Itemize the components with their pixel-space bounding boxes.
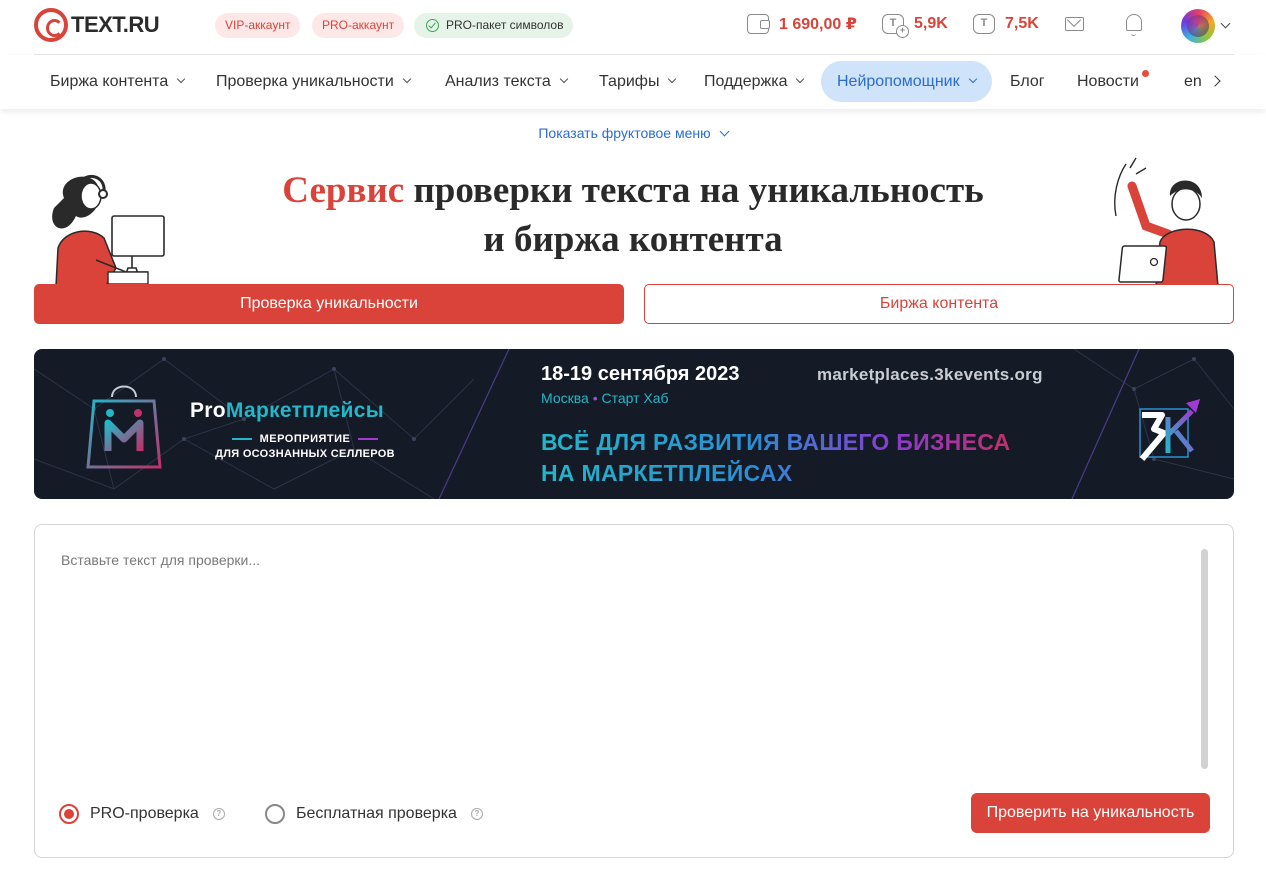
nav-label: Анализ текста — [445, 73, 551, 90]
banner-venue: Старт Хаб — [601, 390, 669, 406]
chevron-down-icon — [176, 74, 186, 84]
check-circle-icon — [426, 19, 439, 32]
vip-account-badge[interactable]: VIP-аккаунт — [215, 13, 301, 38]
radio-pro-label: PRO-проверка — [90, 805, 199, 822]
pro-account-badge[interactable]: PRO-аккаунт — [312, 13, 405, 38]
bell-icon[interactable] — [1126, 14, 1142, 36]
nav-item-tariffs[interactable]: Тарифы — [583, 61, 691, 102]
help-icon[interactable]: ? — [470, 808, 483, 820]
radio-unselected-icon[interactable] — [265, 804, 285, 824]
chevron-down-icon — [968, 74, 977, 84]
symbols-value: 7,5K — [1005, 15, 1039, 32]
nav-item-text-analysis[interactable]: Анализ текста — [429, 61, 583, 102]
banner-headline-line2: НА МАРКЕТПЛЕЙСАХ — [541, 460, 793, 486]
banner-subtitle-audience: ДЛЯ ОСОЗНАННЫХ СЕЛЛЕРОВ — [215, 448, 395, 460]
page-title: Сервис проверки текста на уникальность и… — [200, 166, 1066, 264]
news-dot-badge — [1141, 70, 1149, 77]
mail-icon[interactable] — [1065, 17, 1084, 31]
pro-symbols-value: 5,9K — [914, 15, 948, 32]
uniqueness-check-tab-button[interactable]: Проверка уникальности — [34, 284, 624, 324]
fruit-menu-label: Показать фруктовое меню — [538, 125, 711, 141]
banner-brand: ProМаркетплейсы — [190, 399, 384, 423]
banner-brand-pro: Pro — [190, 399, 226, 422]
text-plus-icon: T — [882, 14, 909, 38]
nav-item-news[interactable]: Новости — [1061, 61, 1155, 102]
banner-url: marketplaces.3kevents.org — [817, 365, 1043, 384]
title-accent: Сервис — [282, 170, 405, 211]
nav-label: Тарифы — [599, 73, 660, 90]
nav-label: Поддержка — [704, 73, 788, 90]
nav-item-neuro-assistant[interactable]: Нейропомощник — [821, 61, 992, 102]
fruit-menu-toggle[interactable]: Показать фруктовое меню — [0, 125, 1266, 141]
nav-item-blog[interactable]: Блог — [994, 61, 1061, 102]
waving-boy-illustration — [1114, 157, 1219, 286]
nav-label: en — [1184, 73, 1202, 90]
radio-pro-check[interactable]: PRO-проверка ? — [59, 804, 225, 824]
nav-label: Биржа контента — [50, 73, 169, 90]
radio-free-check[interactable]: Бесплатная проверка ? — [265, 804, 483, 824]
logo-icon — [34, 8, 68, 42]
banner-city: Москва — [541, 390, 589, 406]
check-uniqueness-button[interactable]: Проверить на уникальность — [971, 793, 1210, 833]
help-icon[interactable]: ? — [212, 808, 225, 820]
banner-date: 18-19 сентября 2023 — [541, 363, 740, 385]
text-check-editor: PRO-проверка ? Бесплатная проверка ? Про… — [34, 524, 1234, 858]
text-icon: T — [973, 14, 995, 34]
marketplace-bag-icon — [86, 385, 162, 469]
nav-label: Нейропомощник — [837, 73, 960, 90]
avatar[interactable] — [1181, 9, 1215, 43]
nav-item-support[interactable]: Поддержка — [688, 61, 819, 102]
chevron-down-icon — [402, 74, 412, 84]
nav-item-content-exchange[interactable]: Биржа контента — [34, 61, 200, 102]
radio-free-label: Бесплатная проверка — [296, 805, 457, 822]
content-exchange-tab-button[interactable]: Биржа контента — [644, 284, 1234, 324]
title-line2: и биржа контента — [483, 219, 783, 260]
top-bar: TEXT.RU VIP-аккаунт PRO-аккаунт PRO-паке… — [0, 0, 1266, 54]
balance-stat[interactable]: 1 690,00 ₽ — [747, 14, 857, 34]
main-nav: Биржа контента Проверка уникальности Ана… — [0, 55, 1266, 109]
support-girl-illustration — [52, 175, 165, 286]
site-logo[interactable]: TEXT.RU — [34, 8, 160, 42]
balance-value: 1 690,00 ₽ — [779, 16, 857, 33]
text-input-area[interactable] — [53, 547, 1193, 767]
chevron-down-icon — [668, 74, 677, 84]
promo-banner[interactable]: ProМаркетплейсы МЕРОПРИЯТИЕ ДЛЯ ОСОЗНАНН… — [34, 349, 1234, 499]
pro-symbols-stat[interactable]: T 5,9K — [882, 14, 948, 38]
symbols-stat[interactable]: T 7,5K — [973, 14, 1039, 34]
banner-location: Москва • Старт Хаб — [541, 390, 669, 406]
banner-headline-line1: ВСЁ ДЛЯ РАЗВИТИЯ ВАШЕГО БИЗНЕСА — [541, 429, 1011, 455]
title-rest: проверки текста на уникальность — [413, 170, 984, 211]
banner-brand-rest: Маркетплейсы — [225, 399, 384, 422]
wallet-icon — [747, 14, 770, 34]
banner-headline: ВСЁ ДЛЯ РАЗВИТИЯ ВАШЕГО БИЗНЕСА НА МАРКЕ… — [541, 427, 1010, 489]
chevron-down-icon — [559, 74, 568, 84]
nav-label: Проверка уникальности — [216, 73, 394, 90]
pro-pack-badge[interactable]: PRO-пакет символов — [414, 13, 574, 38]
nav-label: Блог — [1010, 73, 1045, 90]
banner-bullet: • — [592, 390, 598, 406]
banner-subtitle-event: МЕРОПРИЯТИЕ — [190, 433, 420, 445]
banner-subtitle-event-text: МЕРОПРИЯТИЕ — [259, 433, 351, 445]
nav-label: Новости — [1077, 73, 1139, 90]
nav-item-uniqueness-check[interactable]: Проверка уникальности — [200, 61, 426, 102]
chevron-down-icon — [796, 74, 805, 84]
logo-text: TEXT.RU — [71, 12, 160, 37]
3k-events-logo — [1139, 399, 1200, 461]
editor-scrollbar[interactable] — [1201, 549, 1208, 769]
pro-pack-label: PRO-пакет символов — [446, 18, 564, 32]
chevron-down-icon — [719, 126, 730, 137]
chevron-down-icon[interactable] — [1220, 18, 1231, 29]
radio-selected-icon[interactable] — [59, 804, 79, 824]
